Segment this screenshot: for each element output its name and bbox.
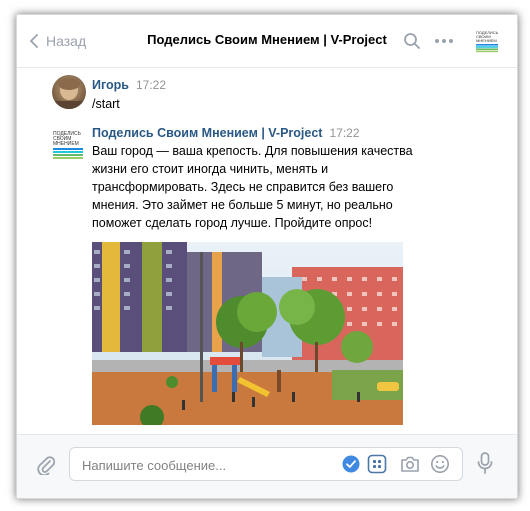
chat-header: Назад Поделись Своим Мнением | V-Project… <box>17 15 517 68</box>
emoji-icon[interactable] <box>430 454 450 474</box>
message-list: Игорь 17:22 /start ПОДЕЛИСЬ СВОИМ МНЕНИЕМ… <box>17 68 517 473</box>
microphone-icon[interactable] <box>477 452 493 474</box>
chevron-left-icon <box>30 34 38 48</box>
message-time: 17:22 <box>135 78 167 92</box>
community-avatar[interactable]: ПОДЕЛИСЬ СВОИМ МНЕНИЕМ <box>52 128 86 162</box>
community-logo[interactable]: ПОДЕЛИСЬ СВОИМ МНЕНИЕМ <box>474 28 500 54</box>
checkmark-icon[interactable] <box>342 455 360 473</box>
user-photo <box>52 75 86 109</box>
message-input[interactable] <box>80 454 334 476</box>
camera-icon[interactable] <box>400 455 420 473</box>
svg-text:МНЕНИЕМ: МНЕНИЕМ <box>53 141 79 147</box>
message-text: /start <box>92 97 120 111</box>
avatar[interactable] <box>52 75 86 109</box>
more-icon[interactable] <box>433 31 455 51</box>
svg-text:МНЕНИЕМ: МНЕНИЕМ <box>476 38 497 43</box>
message-text: Ваш город — ваша крепость. Для повышения… <box>92 144 413 230</box>
attach-icon[interactable] <box>37 455 55 475</box>
page-title: Поделись Своим Мнением | V-Project <box>147 32 387 47</box>
message-input-box[interactable] <box>69 447 463 481</box>
community-logo-icon: ПОДЕЛИСЬ СВОИМ МНЕНИЕМ <box>52 128 86 162</box>
message-composer <box>17 434 517 498</box>
message-author[interactable]: Поделись Своим Мнением | V-Project 17:22 <box>92 126 360 140</box>
photo-attachment[interactable] <box>92 242 403 425</box>
city-playground-image <box>92 242 403 425</box>
chat-window: Назад Поделись Своим Мнением | V-Project… <box>16 14 518 499</box>
back-label: Назад <box>46 33 87 49</box>
back-button[interactable]: Назад <box>29 31 86 51</box>
search-icon[interactable] <box>402 31 422 51</box>
message-time: 17:22 <box>329 126 360 140</box>
keyboard-icon[interactable] <box>367 454 387 474</box>
message-author[interactable]: Игорь 17:22 <box>92 78 166 92</box>
